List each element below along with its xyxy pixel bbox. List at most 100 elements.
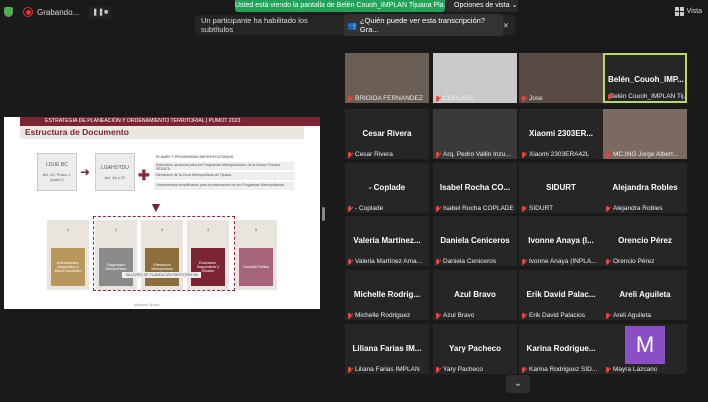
participant-label-text: Daniela Ceniceros: [443, 258, 497, 265]
slide-header: ESTRATEGIA DE PLANEACIÓN Y ORDENAMIENTO …: [20, 117, 320, 126]
participant-label: Orencio Pérez: [605, 258, 655, 265]
step-card: 3 Planeación Metropolitana: [141, 220, 183, 290]
participant-label-text: Belén Couoh_IMPLAN Tij...: [609, 93, 687, 100]
mic-muted-icon: [435, 205, 441, 212]
participant-tile[interactable]: Cesar Rivera Cesar Rivera: [345, 109, 429, 159]
participant-tile[interactable]: COPLADE: [433, 53, 517, 103]
recording-controls[interactable]: ❚❚ ■: [89, 5, 112, 19]
step-card: 4 Evaluación, Seguimiento y Difusión: [187, 220, 229, 290]
mic-muted-icon: [607, 93, 611, 100]
participant-tile[interactable]: Isabel Rocha CO... Isabel Rocha COPLADE: [433, 163, 517, 213]
mic-muted-icon: [347, 95, 353, 102]
participant-tile[interactable]: Michelle Rodrig... Michelle Rodriguez: [345, 270, 429, 320]
participant-label-text: Xiaomi 2303ERA42L: [529, 151, 590, 158]
stop-icon[interactable]: ■: [104, 9, 108, 16]
participant-label-text: SIDURT: [529, 205, 554, 212]
mic-muted-icon: [521, 366, 527, 373]
transcript-question-button[interactable]: 👥 ¿Quién puede ver esta transcripción? G…: [343, 14, 503, 36]
participant-label-text: BRIGIDA FERNANDEZ: [355, 95, 423, 102]
participant-label: Belén Couoh_IMPLAN Tij...: [607, 93, 687, 100]
participant-label: Liliana Farias IMPLAN: [347, 366, 420, 373]
mic-muted-icon: [521, 258, 527, 265]
chevron-down-icon[interactable]: ⌄: [506, 375, 530, 393]
split-drag-handle[interactable]: [322, 207, 325, 221]
pause-icon[interactable]: ❚❚: [92, 8, 104, 16]
participant-tile[interactable]: Areli Aguileta Areli Aguileta: [603, 270, 687, 320]
participant-tile[interactable]: M Mayra Lazcano: [603, 324, 687, 374]
participant-label: Isabel Rocha COPLADE: [435, 205, 514, 212]
participant-label: Jose: [521, 95, 543, 102]
participant-tile[interactable]: Orencio Pérez Orencio Pérez: [603, 216, 687, 266]
participant-label: Karina Rodriguez SID...: [521, 366, 597, 373]
mic-muted-icon: [435, 366, 441, 373]
participant-label-text: Liliana Farias IMPLAN: [355, 366, 420, 373]
participant-tile[interactable]: Azul Bravo Azul Bravo: [433, 270, 517, 320]
ldue-box: LDUE BC Art. 24, Fracc. I, punto 2: [37, 153, 77, 191]
mic-muted-icon: [347, 366, 353, 373]
participant-label-text: Arq. Pedro Vallin Inzu...: [443, 151, 511, 158]
participant-name: Isabel Rocha CO...: [439, 183, 511, 192]
step-card: 5 Consulta Pública: [235, 220, 277, 290]
participant-name: SIDURT: [546, 183, 576, 192]
participant-label: Alejandra Robles: [605, 205, 663, 212]
participant-tile[interactable]: BRIGIDA FERNANDEZ: [345, 53, 429, 103]
participant-name: Cesar Rivera: [362, 129, 412, 138]
participant-tile[interactable]: Liliana Farias IM... Liliana Farias IMPLA…: [345, 324, 429, 374]
mic-muted-icon: [521, 95, 527, 102]
plans-list: PLANES Y PROGRAMAS METROPOLITANOS Estruc…: [154, 154, 294, 192]
plans-header: PLANES Y PROGRAMAS METROPOLITANOS: [156, 155, 234, 159]
view-options-button[interactable]: Opciones de vista ⌄: [446, 0, 518, 12]
participant-tile[interactable]: MC.ING Jorge Albert...: [603, 109, 687, 159]
participant-tile[interactable]: Alejandra Robles Alejandra Robles: [603, 163, 687, 213]
participant-tile[interactable]: Ivonne Anaya (I... Ivonne Anaya (INPLA...: [519, 216, 603, 266]
participant-label: BRIGIDA FERNANDEZ: [347, 95, 423, 102]
participant-label-text: Valeria Martínez Ama...: [355, 258, 423, 265]
participant-label-text: COPLADE: [443, 95, 475, 102]
grid-icon: [674, 7, 684, 16]
participant-name: Valeria Martínez...: [353, 236, 421, 245]
mic-muted-icon: [605, 205, 611, 212]
participant-label: Areli Aguileta: [605, 312, 651, 319]
participant-tile[interactable]: - Coplade - Coplade: [345, 163, 429, 213]
screen-share-banner: Usted está viendo la pantalla de Belén C…: [235, 0, 445, 12]
participant-name: Erik David Palac...: [526, 290, 596, 299]
participant-label-text: - Coplade: [355, 205, 384, 212]
question-label: ¿Quién puede ver esta transcripción? Gra…: [359, 16, 485, 34]
view-options-label: Opciones de vista: [454, 2, 510, 9]
participant-tile[interactable]: Valeria Martínez... Valeria Martínez Ama.…: [345, 216, 429, 266]
participant-label: Arq. Pedro Vallin Inzu...: [435, 151, 511, 158]
participant-label: Cesar Rivera: [347, 151, 393, 158]
ldue-title: LDUE BC: [46, 162, 68, 168]
participant-label-text: Karina Rodriguez SID...: [529, 366, 598, 373]
mic-muted-icon: [521, 151, 527, 158]
participant-tile[interactable]: Jose: [519, 53, 603, 103]
participant-tile[interactable]: Karina Rodrigue... Karina Rodriguez SID..…: [519, 324, 603, 374]
participant-label-text: Alejandra Robles: [613, 205, 663, 212]
participant-tile[interactable]: Belén_Couoh_IMP... Belén Couoh_IMPLAN Tij…: [603, 53, 687, 103]
slide-title: Estructura de Documento: [20, 126, 304, 139]
close-icon[interactable]: ✕: [503, 21, 509, 30]
participant-tile[interactable]: Arq. Pedro Vallin Inzu...: [433, 109, 517, 159]
mic-muted-icon: [605, 312, 611, 319]
participant-label-text: Cesar Rivera: [355, 151, 393, 158]
arrow-right-icon: ➜: [80, 165, 91, 179]
participant-tile[interactable]: Yary Pacheco Yary Pacheco: [433, 324, 517, 374]
participant-name: - Coplade: [368, 183, 406, 192]
participant-tile[interactable]: Daniela Ceniceros Daniela Ceniceros: [433, 216, 517, 266]
participant-label-text: Erik David Palacios: [529, 312, 585, 319]
participant-label: - Coplade: [347, 205, 383, 212]
participant-tile[interactable]: Xiaomi 2303ER... Xiaomi 2303ERA42L: [519, 109, 603, 159]
participant-gallery: BRIGIDA FERNANDEZ COPLADE Jose Belén_Couoh_…: [345, 53, 691, 374]
plan-item: Lineamientos simplificados para la elabo…: [154, 182, 294, 190]
view-toggle-button[interactable]: Vista: [674, 7, 702, 16]
participant-name: Liliana Farias IM...: [352, 344, 422, 353]
chevron-down-icon: ⌄: [511, 2, 518, 9]
slide-header-text: ESTRATEGIA DE PLANEACIÓN Y ORDENAMIENTO …: [45, 118, 241, 124]
participant-tile[interactable]: SIDURT SIDURT: [519, 163, 603, 213]
participant-name: Azul Bravo: [454, 290, 496, 299]
workshop-label: TALLERES DE PLANEACIÓN PARTICIPATIVA: [122, 272, 202, 278]
mic-muted-icon: [347, 312, 353, 319]
notification-text: Un participante ha habilitado los subtít…: [201, 16, 308, 34]
mic-muted-icon: [347, 205, 353, 212]
participant-tile[interactable]: Erik David Palac... Erik David Palacios: [519, 270, 603, 320]
